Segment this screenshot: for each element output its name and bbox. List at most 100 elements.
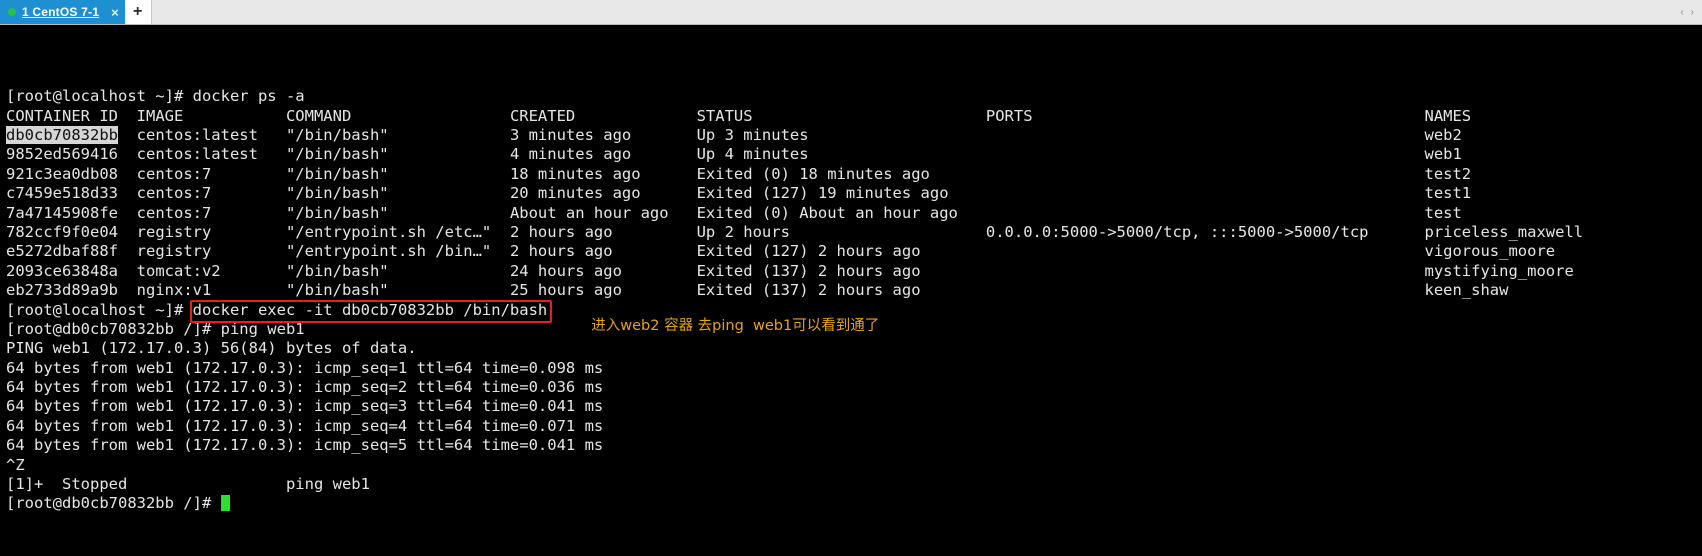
column-header-command: COMMAND [285,106,510,125]
cell-names: test1 [1424,184,1472,203]
ping-header-line: PING web1 (172.17.0.3) 56(84) bytes of d… [6,339,1702,358]
cell-ports [986,126,1425,144]
terminal-window: 1 CentOS 7-1 × + ‹ › [root@localhost ~]#… [0,0,1702,556]
text-cursor [220,495,230,512]
column-header-image: IMAGE [136,106,286,125]
terminal-screen[interactable]: [root@localhost ~]# docker ps -a CONTAINE… [0,25,1702,556]
table-row: 921c3ea0db08 centos:7 "/bin/bash" 18 min… [6,165,1702,184]
cell-status: Up 4 minutes [696,145,986,164]
column-header-names: NAMES [1424,106,1472,125]
cell-created: 4 minutes ago [509,145,697,164]
ping-reply-text: 64 bytes from web1 (172.17.0.3): icmp_se… [6,358,604,377]
table-row: db0cb70832bb centos:latest "/bin/bash" 3… [6,126,1702,145]
cell-ports [986,165,1425,183]
cell-container-id: e5272dbaf88f [6,242,118,261]
cell-gap [118,145,137,163]
cell-ports [986,281,1425,299]
cell-gap [118,184,137,202]
cell-command: "/bin/bash" [285,164,510,183]
ping-reply-line: 64 bytes from web1 (172.17.0.3): icmp_se… [6,359,1702,378]
cell-status: Exited (137) 2 hours ago [696,261,986,280]
cell-names: web2 [1424,126,1462,144]
chevron-left-icon[interactable]: ‹ [1680,7,1683,18]
table-row: 9852ed569416 centos:latest "/bin/bash" 4… [6,145,1702,164]
cell-image: centos:latest [136,145,286,164]
shell-prompt: [root@localhost ~]# [6,300,193,319]
ping-header-text: PING web1 (172.17.0.3) 56(84) bytes of d… [6,339,417,358]
shell-prompt: [root@db0cb70832bb /]# [6,319,221,338]
command-text: docker ps -a [192,87,305,106]
cell-gap [118,126,137,144]
job-status-text: [1]+ Stopped ping web1 [6,475,370,494]
cell-ports [986,242,1425,260]
command-line-docker-ps: [root@localhost ~]# docker ps -a [6,87,1702,106]
cell-command: "/bin/bash" [285,203,510,222]
cell-command: "/bin/bash" [285,126,510,144]
command-text: docker exec -it db0cb70832bb /bin/bash [192,300,548,319]
cell-names: test [1424,203,1462,222]
cell-command: "/entrypoint.sh /bin…" [285,242,510,261]
suspend-text: ^Z [6,455,25,474]
cell-command: "/bin/bash" [285,145,510,164]
cell-ports [986,184,1425,202]
cell-command: "/entrypoint.sh /etc…" [285,222,510,241]
cell-created: 18 minutes ago [509,164,697,183]
table-row: e5272dbaf88f registry "/entrypoint.sh /b… [6,242,1702,261]
job-status-line: [1]+ Stopped ping web1 [6,475,1702,494]
shell-prompt: [root@db0cb70832bb /]# [6,494,221,513]
column-header-created: CREATED [509,106,697,125]
column-header-status: STATUS [696,106,986,125]
cell-gap [118,204,137,222]
cell-container-id: 782ccf9f0e04 [6,222,118,241]
tab-bar: 1 CentOS 7-1 × + ‹ › [0,0,1702,25]
ping-reply-text: 64 bytes from web1 (172.17.0.3): icmp_se… [6,436,604,455]
cell-gap [118,281,137,299]
tab-centos-7-1[interactable]: 1 CentOS 7-1 × [0,0,125,24]
table-row: 782ccf9f0e04 registry "/entrypoint.sh /e… [6,223,1702,242]
ping-reply-text: 64 bytes from web1 (172.17.0.3): icmp_se… [6,416,604,435]
cell-image: centos:7 [136,184,286,203]
tab-scroll-controls: ‹ › [1680,0,1702,24]
cell-command: "/bin/bash" [285,261,510,280]
cell-gap [118,223,137,241]
cell-image: tomcat:v2 [136,261,286,280]
cell-status: Up 3 minutes [696,126,986,144]
cell-image: centos:7 [136,203,286,222]
table-row: 2093ce63848a tomcat:v2 "/bin/bash" 24 ho… [6,262,1702,281]
column-header-container-id: CONTAINER ID [6,106,137,125]
ping-reply-line: 64 bytes from web1 (172.17.0.3): icmp_se… [6,378,1702,397]
cell-status: Exited (0) 18 minutes ago [696,164,986,183]
cell-image: registry [136,222,286,241]
shell-prompt: [root@localhost ~]# [6,87,193,106]
cell-ports [986,262,1425,280]
command-text: ping web1 [220,319,305,338]
cell-container-id: 921c3ea0db08 [6,164,118,183]
cell-image: registry [136,242,286,261]
cell-created: About an hour ago [509,203,697,222]
cell-status: Exited (137) 2 hours ago [696,281,986,300]
cell-created: 3 minutes ago [509,126,697,144]
cell-image: centos:7 [136,164,286,183]
cell-container-id: 7a47145908fe [6,203,118,222]
cell-created: 25 hours ago [509,281,697,300]
cell-created: 20 minutes ago [509,184,697,203]
annotation-text: 进入web2 容器 去ping web1可以看到通了 [591,317,880,334]
cell-container-id: 2093ce63848a [6,261,118,280]
tab-label: 1 CentOS 7-1 [22,5,100,19]
table-row: 7a47145908fe centos:7 "/bin/bash" About … [6,204,1702,223]
cell-names: keen_shaw [1424,281,1509,300]
cell-gap [118,242,137,260]
cell-image: centos:latest [136,126,286,144]
cell-ports: 0.0.0.0:5000->5000/tcp, :::5000->5000/tc… [985,222,1425,241]
new-tab-button[interactable]: + [124,0,152,24]
chevron-right-icon[interactable]: › [1691,7,1694,18]
cell-container-id: 9852ed569416 [6,145,118,164]
cell-gap [118,165,137,183]
close-icon[interactable]: × [111,6,119,19]
tab-status-dot-icon [8,8,16,16]
cell-ports [986,145,1425,163]
column-header-ports: PORTS [985,106,1425,125]
cell-gap [118,262,137,280]
cell-status: Up 2 hours [696,222,986,241]
suspend-line: ^Z [6,456,1702,475]
